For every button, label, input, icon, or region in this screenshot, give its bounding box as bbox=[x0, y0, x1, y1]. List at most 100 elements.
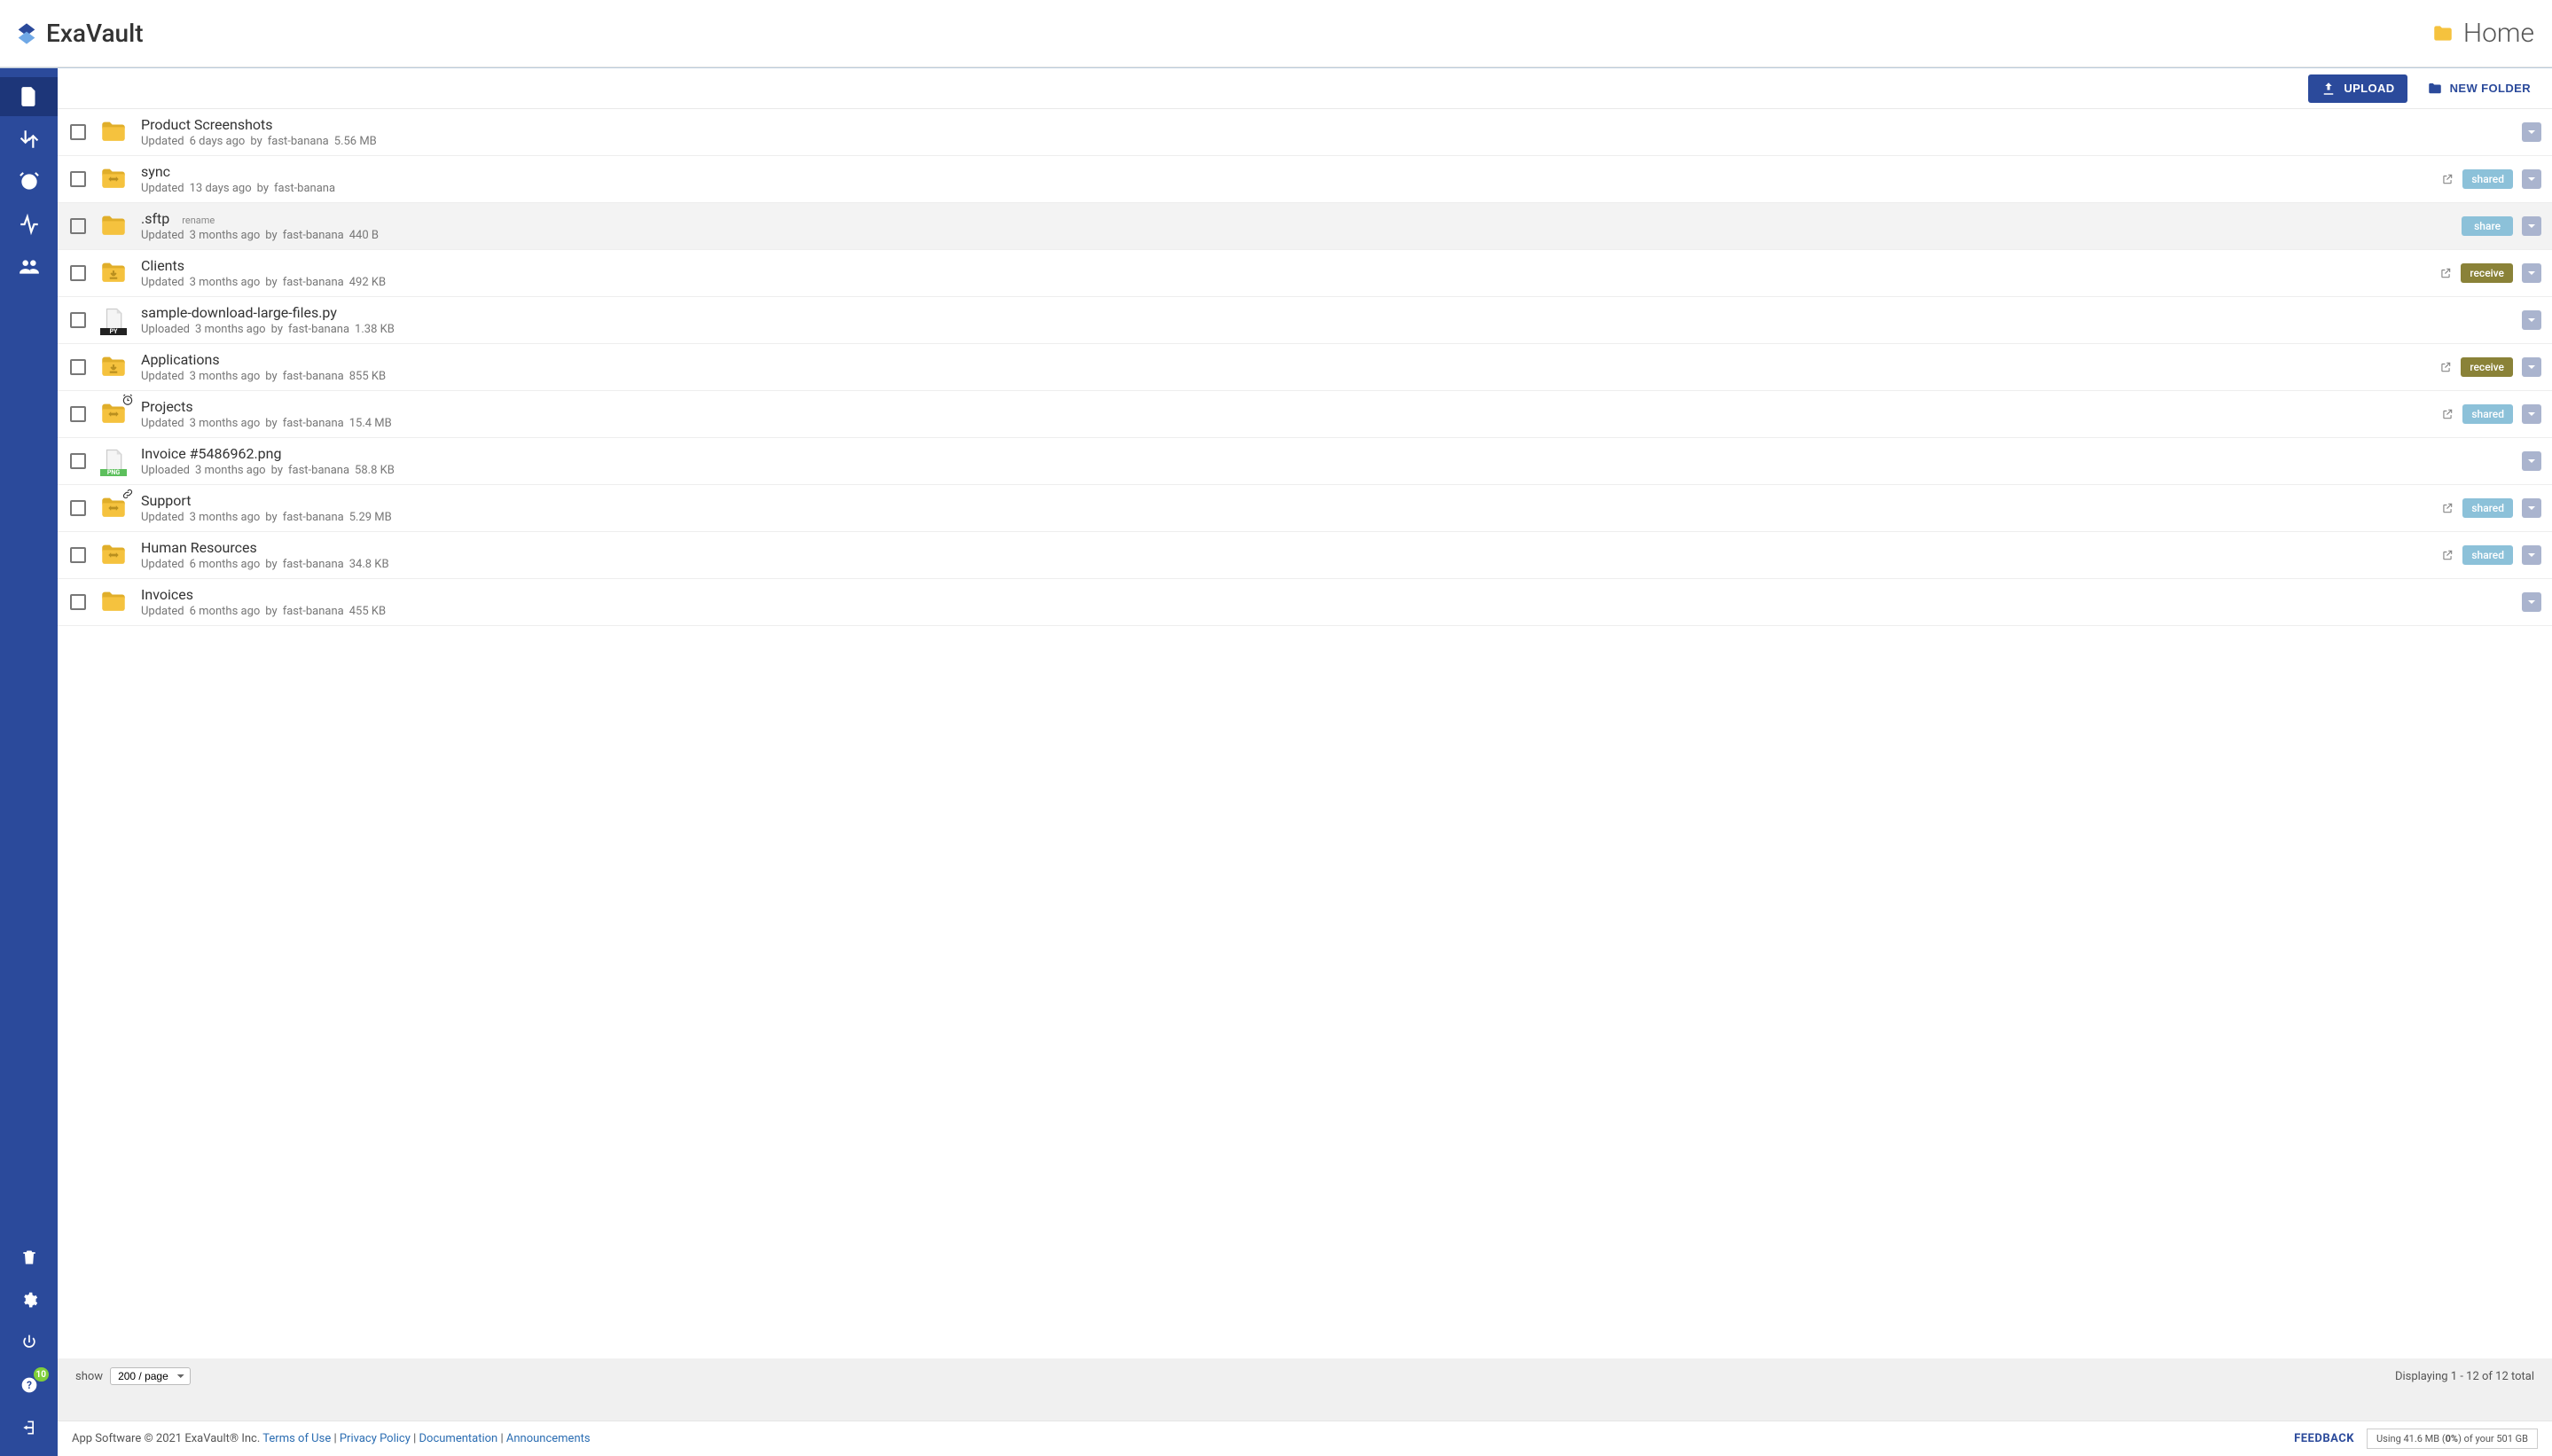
row-checkbox[interactable] bbox=[70, 453, 86, 469]
row-actions: receive bbox=[2439, 357, 2541, 377]
brand-logo[interactable]: ExaVault bbox=[14, 19, 144, 48]
row-checkbox[interactable] bbox=[70, 265, 86, 281]
storage-usage: Using 41.6 MB (0%) of your 501 GB bbox=[2367, 1429, 2538, 1449]
row-checkbox[interactable] bbox=[70, 406, 86, 422]
receive-badge[interactable]: receive bbox=[2461, 357, 2513, 377]
external-link-icon[interactable] bbox=[2441, 173, 2454, 185]
share-badge[interactable]: share bbox=[2462, 216, 2513, 236]
row-menu-button[interactable] bbox=[2522, 216, 2541, 236]
file-name[interactable]: Human Resources bbox=[141, 539, 257, 556]
sidebar-item-files[interactable] bbox=[0, 77, 58, 116]
shared-badge[interactable]: shared bbox=[2462, 169, 2513, 189]
docs-link[interactable]: Documentation bbox=[419, 1432, 498, 1445]
logout-icon bbox=[20, 1419, 38, 1436]
sidebar-item-trash[interactable] bbox=[0, 1238, 58, 1277]
settings-icon bbox=[20, 1291, 38, 1309]
folder-icon bbox=[98, 117, 129, 147]
external-link-icon[interactable] bbox=[2441, 408, 2454, 420]
privacy-link[interactable]: Privacy Policy bbox=[340, 1432, 411, 1445]
new-folder-button[interactable]: New Folder bbox=[2423, 74, 2534, 103]
file-name[interactable]: Clients bbox=[141, 257, 184, 274]
announcements-link[interactable]: Announcements bbox=[506, 1432, 591, 1445]
file-name[interactable]: Invoices bbox=[141, 586, 193, 603]
upload-button[interactable]: Upload bbox=[2308, 74, 2407, 103]
file-row: ApplicationsUpdated 3 months ago by fast… bbox=[58, 344, 2552, 391]
external-link-icon[interactable] bbox=[2439, 361, 2452, 373]
file-info: .sftprenameUpdated 3 months ago by fast-… bbox=[141, 210, 2449, 242]
brand-name: ExaVault bbox=[46, 19, 144, 48]
row-menu-button[interactable] bbox=[2522, 545, 2541, 565]
sidebar-item-alarms[interactable] bbox=[0, 162, 58, 201]
row-actions: share bbox=[2462, 216, 2541, 236]
file-name[interactable]: sync bbox=[141, 163, 170, 180]
row-checkbox[interactable] bbox=[70, 171, 86, 187]
row-menu-button[interactable] bbox=[2522, 310, 2541, 330]
row-actions: shared bbox=[2441, 498, 2541, 518]
row-menu-button[interactable] bbox=[2522, 498, 2541, 518]
external-link-icon[interactable] bbox=[2441, 502, 2454, 514]
upload-button-label: Upload bbox=[2344, 82, 2394, 95]
receive-badge[interactable]: receive bbox=[2461, 263, 2513, 283]
sidebar-item-transfers[interactable] bbox=[0, 120, 58, 159]
file-info: SupportUpdated 3 months ago by fast-bana… bbox=[141, 492, 2429, 524]
file-name[interactable]: sample-download-large-files.py bbox=[141, 304, 337, 321]
feedback-button[interactable]: FEEDBACK bbox=[2294, 1432, 2354, 1445]
top-header: ExaVault Home bbox=[0, 0, 2552, 67]
row-checkbox[interactable] bbox=[70, 547, 86, 563]
file-meta: Uploaded 3 months ago by fast-banana 58.… bbox=[141, 464, 2509, 477]
row-checkbox[interactable] bbox=[70, 359, 86, 375]
folder-icon bbox=[98, 211, 129, 241]
file-name[interactable]: Support bbox=[141, 492, 191, 509]
new-folder-button-label: New Folder bbox=[2450, 82, 2531, 95]
row-menu-button[interactable] bbox=[2522, 451, 2541, 471]
file-row: Human ResourcesUpdated 6 months ago by f… bbox=[58, 532, 2552, 579]
external-link-icon[interactable] bbox=[2439, 267, 2452, 279]
row-menu-button[interactable] bbox=[2522, 357, 2541, 377]
shared-badge[interactable]: shared bbox=[2462, 545, 2513, 565]
terms-link[interactable]: Terms of Use bbox=[262, 1432, 331, 1445]
alarms-icon bbox=[18, 170, 41, 193]
shared-badge[interactable]: shared bbox=[2462, 498, 2513, 518]
transfers-icon bbox=[18, 128, 41, 151]
sidebar-item-logout[interactable] bbox=[0, 1408, 58, 1447]
file-row: ClientsUpdated 3 months ago by fast-bana… bbox=[58, 250, 2552, 297]
sidebar-item-settings[interactable] bbox=[0, 1280, 58, 1319]
file-meta: Uploaded 3 months ago by fast-banana 1.3… bbox=[141, 323, 2509, 336]
row-checkbox[interactable] bbox=[70, 218, 86, 234]
file-meta: Updated 6 days ago by fast-banana 5.56 M… bbox=[141, 135, 2509, 148]
files-icon bbox=[18, 85, 41, 108]
sidebar-item-help[interactable]: ?10 bbox=[0, 1366, 58, 1405]
breadcrumb-current: Home bbox=[2463, 18, 2534, 49]
file-row: syncUpdated 13 days ago by fast-bananash… bbox=[58, 156, 2552, 203]
page-size-select[interactable]: 200 / page bbox=[110, 1367, 191, 1385]
row-menu-button[interactable] bbox=[2522, 122, 2541, 142]
sidebar-item-users[interactable] bbox=[0, 247, 58, 286]
row-menu-button[interactable] bbox=[2522, 169, 2541, 189]
row-menu-button[interactable] bbox=[2522, 592, 2541, 612]
file-name[interactable]: Product Screenshots bbox=[141, 116, 273, 133]
row-actions: shared bbox=[2441, 545, 2541, 565]
row-checkbox[interactable] bbox=[70, 594, 86, 610]
rename-hint[interactable]: rename bbox=[182, 215, 215, 226]
file-row: InvoicesUpdated 6 months ago by fast-ban… bbox=[58, 579, 2552, 626]
row-checkbox[interactable] bbox=[70, 500, 86, 516]
row-checkbox[interactable] bbox=[70, 124, 86, 140]
file-name[interactable]: Projects bbox=[141, 398, 193, 415]
external-link-icon[interactable] bbox=[2441, 549, 2454, 561]
sidebar-item-power[interactable] bbox=[0, 1323, 58, 1362]
pager: show 200 / page Displaying 1 - 12 of 12 … bbox=[58, 1358, 2552, 1421]
file-name[interactable]: .sftp bbox=[141, 210, 169, 227]
file-info: Product Screenshots Updated 6 days ago by… bbox=[141, 116, 2509, 148]
sidebar-item-activity[interactable] bbox=[0, 205, 58, 244]
file-row: PNGInvoice #5486962.pngUploaded 3 months… bbox=[58, 438, 2552, 485]
folder-sync-icon bbox=[98, 493, 129, 523]
svg-text:?: ? bbox=[27, 1379, 32, 1391]
file-name[interactable]: Applications bbox=[141, 351, 220, 368]
row-actions: shared bbox=[2441, 404, 2541, 424]
shared-badge[interactable]: shared bbox=[2462, 404, 2513, 424]
file-name[interactable]: Invoice #5486962.png bbox=[141, 445, 281, 462]
row-checkbox[interactable] bbox=[70, 312, 86, 328]
activity-icon bbox=[18, 213, 41, 236]
row-menu-button[interactable] bbox=[2522, 404, 2541, 424]
row-menu-button[interactable] bbox=[2522, 263, 2541, 283]
